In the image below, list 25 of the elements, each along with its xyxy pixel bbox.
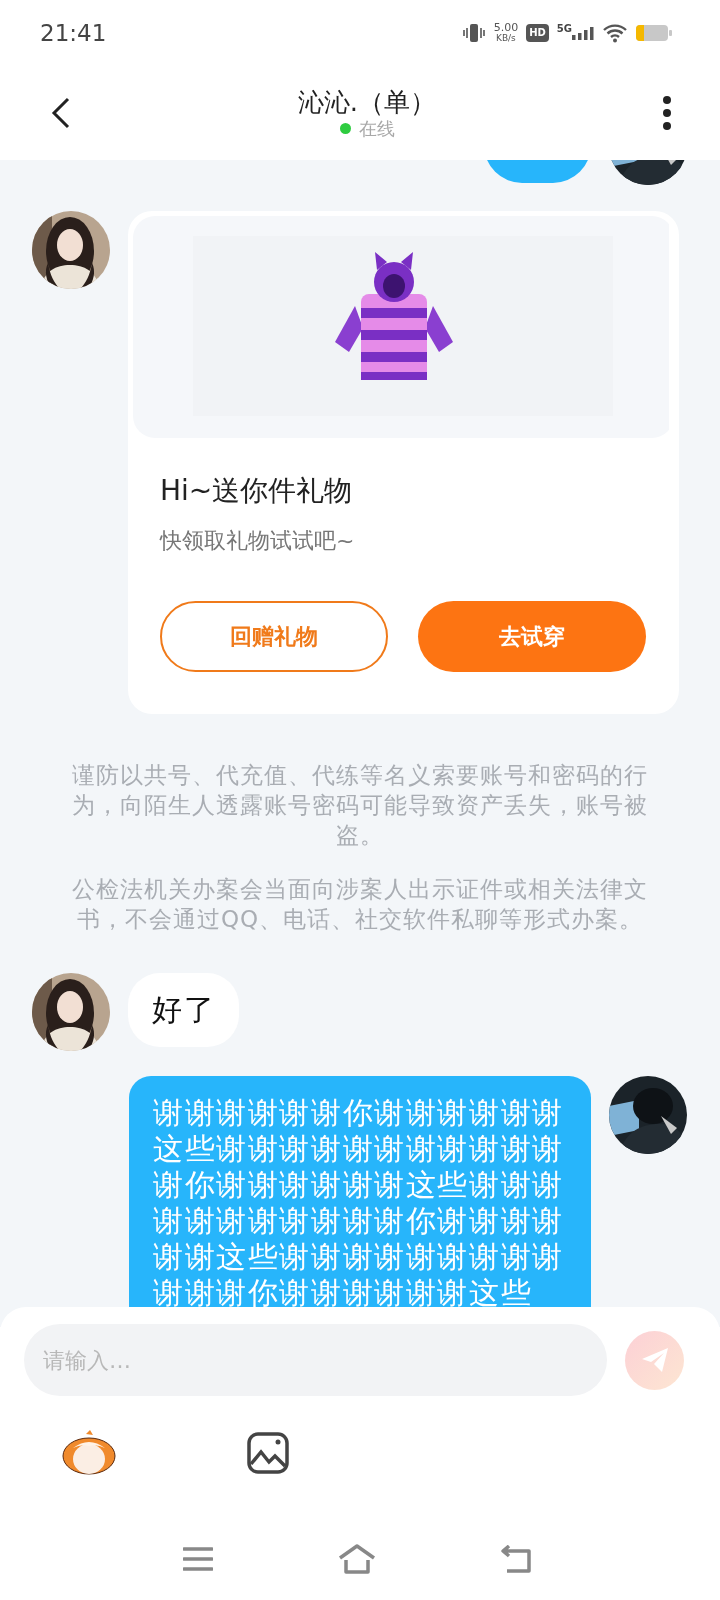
home-icon[interactable]: [338, 1544, 376, 1574]
safety-notice: 谨防以共号、代充值、代练等名义索要账号和密码的行为，向陌生人透露账号密码可能导致资产丢失，账号被盗。: [71, 761, 649, 850]
menu-icon[interactable]: [183, 1547, 213, 1571]
speed-value: 5.00: [493, 22, 519, 33]
gift-subtitle: 快领取礼物试试吧~: [160, 527, 356, 555]
wifi-icon: [602, 22, 628, 43]
online-status: 在线: [358, 116, 395, 141]
vibrate-icon: [461, 22, 486, 43]
hd-badge: HD: [526, 23, 549, 42]
try-on-button[interactable]: 去试穿: [418, 601, 646, 672]
chat-title: 沁沁.（单）: [297, 85, 437, 119]
signal-icon: [572, 25, 594, 40]
safety-notice: 公检法机关办案会当面向涉案人出示证件或相关法律文书，不会通过QQ、电话、社交软件私聊等形式办案。: [71, 875, 649, 934]
clock-time: 21:41: [40, 19, 107, 46]
image-icon[interactable]: [247, 1432, 289, 1474]
message-bubble: 好了: [128, 973, 240, 1047]
more-icon[interactable]: [662, 94, 672, 131]
battery-icon: [636, 23, 672, 42]
speed-unit: KB/s: [496, 33, 516, 43]
gift-title: Hi~送你件礼物: [160, 474, 354, 508]
input-field[interactable]: 请输入…: [24, 1324, 607, 1396]
mascot-icon[interactable]: [62, 1430, 117, 1476]
return-gift-button[interactable]: 回赠礼物: [160, 601, 388, 672]
back-icon[interactable]: [50, 95, 72, 130]
network-label: 5G: [556, 23, 572, 34]
